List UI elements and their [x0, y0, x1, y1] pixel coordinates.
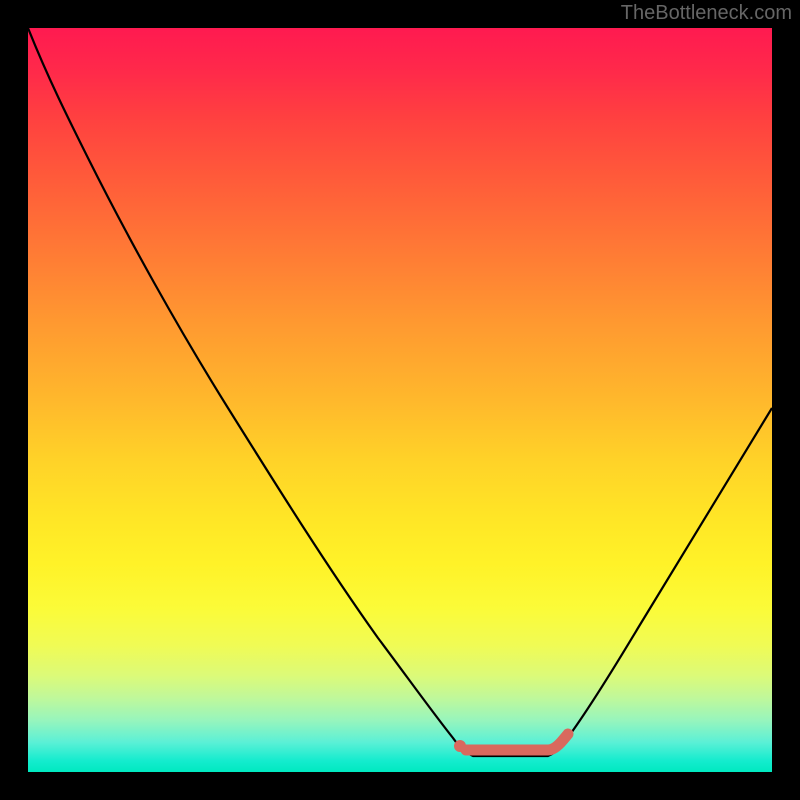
optimal-marker-group [454, 734, 568, 752]
marker-line [466, 734, 568, 750]
chart-svg [28, 28, 772, 772]
watermark-text: TheBottleneck.com [621, 2, 792, 25]
bottleneck-curve-path [28, 28, 772, 756]
chart-plot-area [28, 28, 772, 772]
